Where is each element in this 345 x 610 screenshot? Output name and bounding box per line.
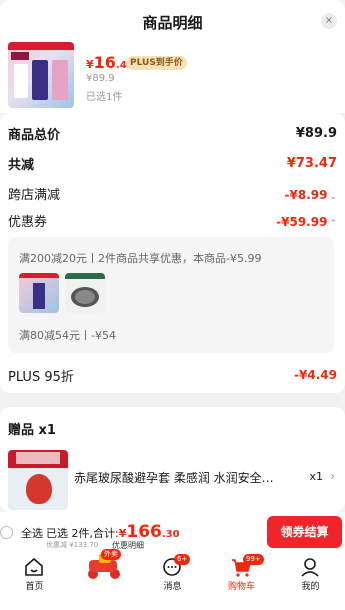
product-summary: ¥16.43 PLUS到手价 ¥89.9 已选1件: [0, 42, 345, 113]
thumbnail-banner: [8, 42, 74, 50]
gift-thumbnail[interactable]: [8, 450, 68, 510]
thumbnail-box: [14, 64, 28, 98]
coupon-detail-line: 满80减54元丨-¥54: [19, 329, 116, 342]
profile-icon: [301, 558, 319, 577]
product-thumbnail[interactable]: [8, 42, 74, 108]
chevron-up-icon: ⌃: [329, 218, 337, 229]
sheet-header: 商品明细 ×: [0, 0, 345, 42]
pan-image: [75, 290, 95, 304]
total-value: ¥89.9: [295, 125, 337, 141]
total-label: 商品总价: [8, 127, 61, 143]
checkout-button[interactable]: 领券结算: [267, 516, 342, 548]
total-row: 商品总价 ¥89.9: [8, 123, 337, 143]
cross-store-row[interactable]: 跨店满减 -¥8.99 ⌄: [8, 183, 337, 203]
selected-count: 已选1件: [86, 92, 123, 103]
tab-takeout[interactable]: 外卖: [69, 549, 138, 610]
coupon-detail-box: 满200减20元丨2件商品共享优惠，本商品-¥5.99 满80减54元丨-¥54: [8, 237, 334, 353]
coupon-value: -¥59.99: [276, 214, 328, 229]
cross-store-value: -¥8.99: [284, 187, 328, 202]
checkout-bar: 全选 已选 2件,合计:¥166.30 优惠减 ¥133.70 优惠明细 领券结…: [0, 512, 345, 552]
coupon-product-thumbnail[interactable]: [19, 273, 59, 313]
coupon-row[interactable]: 优惠券 -¥59.99 ⌃: [8, 210, 337, 230]
tab-label: 消息: [163, 582, 182, 592]
price-symbol: ¥: [86, 58, 94, 71]
plus-discount-label: PLUS 95折: [8, 369, 74, 385]
coupon-product-thumbnail[interactable]: [65, 273, 105, 313]
reduce-label: 共减: [8, 157, 35, 173]
thumbnail-drop: [26, 474, 52, 504]
message-badge: 6+: [174, 554, 191, 565]
tab-messages[interactable]: 6+ 消息: [138, 552, 207, 610]
bottom-tab-bar: 首页 外卖 6+ 消息 99+ 购物车 我的: [0, 549, 345, 610]
tab-label: 我的: [301, 582, 320, 592]
select-all-radio[interactable]: [0, 526, 13, 539]
tab-profile[interactable]: 我的: [276, 552, 345, 610]
select-all-label[interactable]: 全选: [21, 525, 43, 541]
plus-price-badge: PLUS到手价: [126, 56, 187, 70]
total-decimal: .30: [161, 529, 180, 540]
thumbnail-banner: [19, 273, 59, 278]
thumbnail-box: [52, 60, 68, 100]
tab-cart[interactable]: 99+ 购物车: [207, 552, 276, 610]
cart-badge: 99+: [243, 554, 264, 565]
home-icon: [25, 557, 43, 576]
coupon-detail-line: 满200减20元丨2件商品共享优惠，本商品-¥5.99: [19, 252, 262, 265]
order-summary: 已选 2件,合计:¥166.30: [46, 522, 180, 542]
thumbnail-tag: [11, 52, 29, 60]
coupon-label: 优惠券: [8, 214, 48, 230]
tab-label: 首页: [25, 582, 44, 592]
price-breakdown-card: 商品总价 ¥89.9 共减 ¥73.47 跨店满减 -¥8.99 ⌄ 优惠券 -¥…: [0, 113, 345, 393]
gift-name[interactable]: 赤尾玻尿酸避孕套 柔感润 水润安全套...: [74, 469, 284, 486]
thumbnail-box: [33, 283, 45, 309]
thumbnail-text: [16, 452, 60, 464]
plus-discount-row: PLUS 95折 -¥4.49: [8, 365, 337, 385]
cross-store-label: 跨店满减: [8, 187, 61, 203]
original-price: ¥89.9: [86, 73, 115, 84]
chevron-down-icon: ⌄: [329, 191, 337, 202]
selected-items-label: 已选 2件,合计:: [46, 527, 119, 540]
reduce-row: 共减 ¥73.47: [8, 153, 337, 173]
gift-card: 赠品 x1 赤尾玻尿酸避孕套 柔感润 水润安全套... x1 ›: [0, 407, 345, 512]
total-integer: 166: [126, 522, 162, 542]
tab-home[interactable]: 首页: [0, 552, 69, 610]
thumbnail-banner: [65, 273, 105, 279]
price-integer: 16: [93, 53, 116, 72]
tab-label: 购物车: [227, 582, 255, 592]
takeout-badge: 外卖: [101, 549, 121, 560]
gift-title: 赠品 x1: [8, 423, 56, 438]
thumbnail-box: [32, 60, 48, 100]
chevron-right-icon[interactable]: ›: [330, 469, 335, 483]
reduce-value: ¥73.47: [286, 155, 337, 171]
close-icon[interactable]: ×: [321, 13, 337, 29]
sheet-title: 商品明细: [142, 14, 203, 32]
gift-qty: x1: [309, 470, 323, 483]
plus-discount-value: -¥4.49: [294, 368, 337, 382]
